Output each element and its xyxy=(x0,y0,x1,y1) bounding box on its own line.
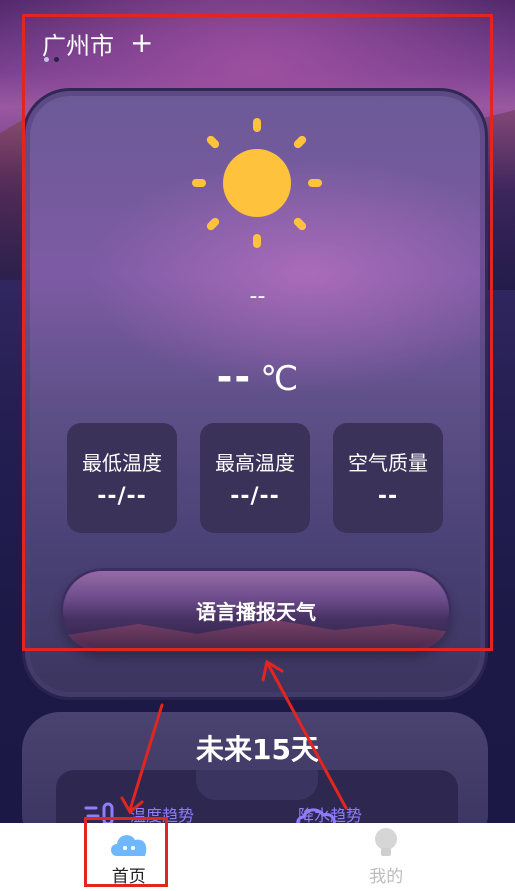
tab-mine-label: 我的 xyxy=(369,867,404,887)
forecast-title: 未来15天 xyxy=(196,733,319,766)
forecast-trend-notch xyxy=(196,770,318,800)
annotation-box-home-tab xyxy=(84,817,168,887)
annotation-box-weather-card xyxy=(22,14,493,651)
bottom-tab-bar: 首页 我的 xyxy=(0,823,515,891)
bulb-icon xyxy=(375,828,398,856)
tab-mine[interactable]: 我的 xyxy=(258,823,515,891)
